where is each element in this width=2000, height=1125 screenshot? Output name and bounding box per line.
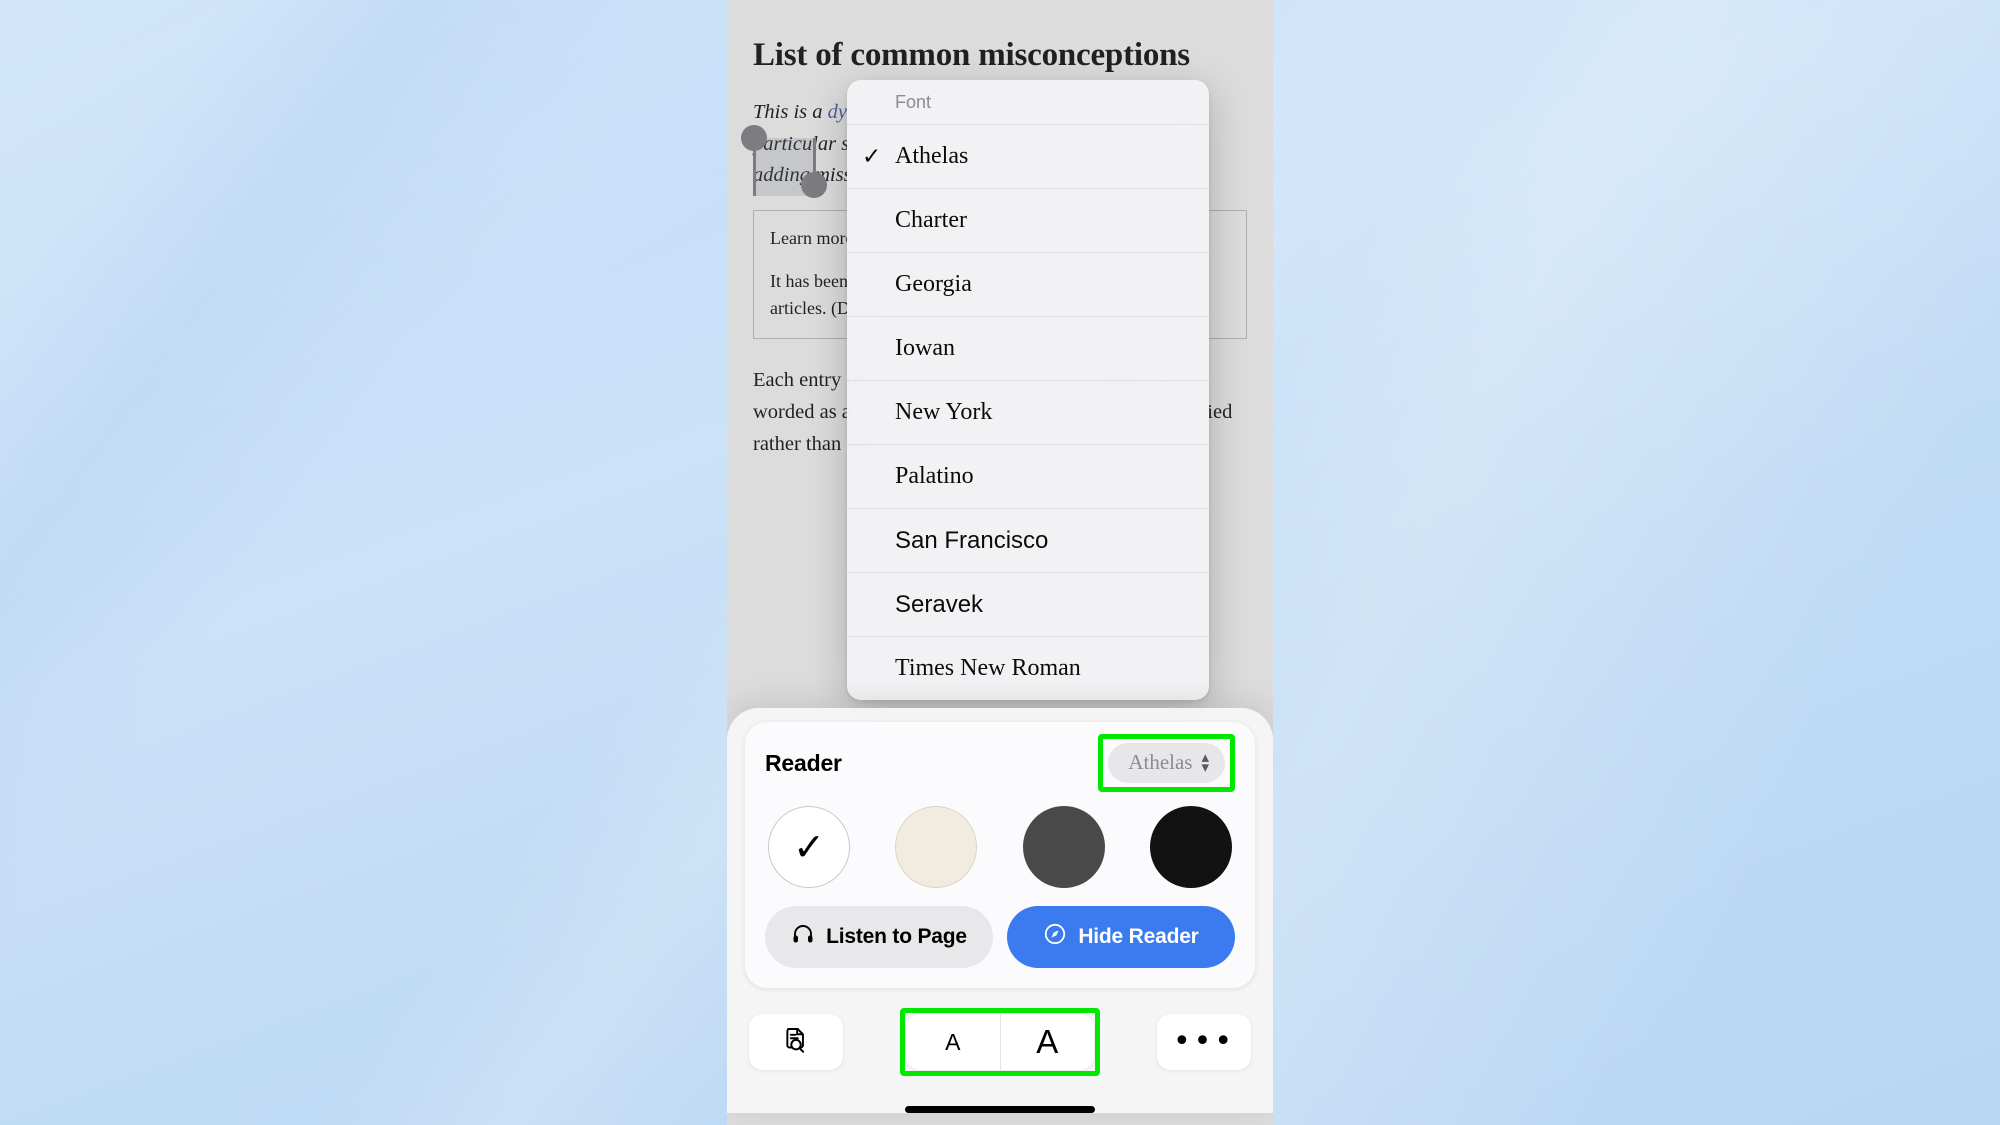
check-icon: ✓ [793, 825, 825, 869]
font-selector-highlight: Athelas ▴ ▾ [1098, 734, 1235, 792]
hide-reader-button[interactable]: Hide Reader [1007, 906, 1235, 968]
more-options-button[interactable]: ••• [1157, 1014, 1251, 1070]
home-indicator[interactable] [905, 1106, 1095, 1113]
font-option-seravek[interactable]: Seravek [847, 572, 1209, 636]
font-option-label: Charter [895, 207, 967, 233]
bottom-toolbar: A A ••• [727, 988, 1273, 1090]
theme-swatch-row: ✓ [768, 806, 1232, 888]
font-option-label: Athelas [895, 143, 969, 169]
reader-label: Reader [765, 749, 842, 776]
font-selector-value: Athelas [1128, 750, 1193, 774]
font-selector-button[interactable]: Athelas ▴ ▾ [1108, 743, 1225, 783]
find-on-page-button[interactable] [749, 1014, 843, 1070]
font-option-new-york[interactable]: New York [847, 380, 1209, 444]
font-option-athelas[interactable]: ✓ Athelas [847, 124, 1209, 188]
font-option-label: New York [895, 399, 993, 425]
reader-action-row: Listen to Page Hide Reader [765, 906, 1235, 968]
font-option-charter[interactable]: Charter [847, 188, 1209, 252]
theme-swatch-gray[interactable] [1022, 806, 1105, 888]
font-option-palatino[interactable]: Palatino [847, 444, 1209, 508]
font-option-label: Seravek [895, 590, 984, 618]
font-option-label: Palatino [895, 463, 974, 489]
lede-part-1: This is a [753, 100, 828, 123]
selection-end-handle[interactable] [801, 172, 827, 198]
headphones-icon [791, 922, 815, 952]
hide-reader-label: Hide Reader [1078, 925, 1199, 948]
font-option-iowan[interactable]: Iowan [847, 316, 1209, 380]
reader-card-header: Reader Athelas ▴ ▾ [765, 734, 1235, 792]
font-option-label: Iowan [895, 335, 955, 361]
listen-to-page-label: Listen to Page [826, 925, 967, 948]
text-size-control[interactable]: A A [906, 1014, 1094, 1070]
home-indicator-area [727, 1106, 1273, 1113]
font-option-san-francisco[interactable]: San Francisco [847, 508, 1209, 572]
theme-swatch-sepia[interactable] [895, 806, 978, 888]
document-search-icon [781, 1025, 811, 1060]
chevron-up-down-icon: ▴ ▾ [1201, 748, 1209, 776]
text-size-decrease-button[interactable]: A [906, 1014, 1000, 1070]
theme-swatch-black[interactable] [1149, 806, 1232, 888]
font-option-label: Georgia [895, 271, 972, 297]
text-size-highlight: A A [900, 1008, 1100, 1076]
theme-swatch-white[interactable]: ✓ [768, 806, 850, 888]
reader-sheet-container: Reader Athelas ▴ ▾ ✓ Listen to Page Hide… [727, 708, 1273, 1125]
font-option-label: San Francisco [895, 526, 1049, 554]
listen-to-page-button[interactable]: Listen to Page [765, 906, 993, 968]
font-dropdown-menu[interactable]: Font ✓ Athelas Charter Georgia Iowan New… [847, 80, 1209, 700]
phone-screen: List of common misconceptions This is a … [727, 0, 1273, 1125]
font-option-georgia[interactable]: Georgia [847, 252, 1209, 316]
compass-icon [1043, 922, 1067, 952]
font-option-label: Times New Roman [895, 655, 1081, 681]
text-size-increase-button[interactable]: A [999, 1014, 1095, 1070]
font-option-times-new-roman[interactable]: Times New Roman [847, 636, 1209, 700]
article-title: List of common misconceptions [753, 37, 1190, 73]
check-icon: ✓ [862, 143, 882, 170]
reader-sheet: Reader Athelas ▴ ▾ ✓ Listen to Page Hide… [727, 708, 1273, 1113]
reader-settings-card: Reader Athelas ▴ ▾ ✓ Listen to Page Hide… [745, 722, 1255, 988]
ellipsis-icon: ••• [1172, 1024, 1236, 1059]
selection-start-handle[interactable] [741, 125, 767, 151]
font-menu-header: Font [895, 92, 932, 112]
